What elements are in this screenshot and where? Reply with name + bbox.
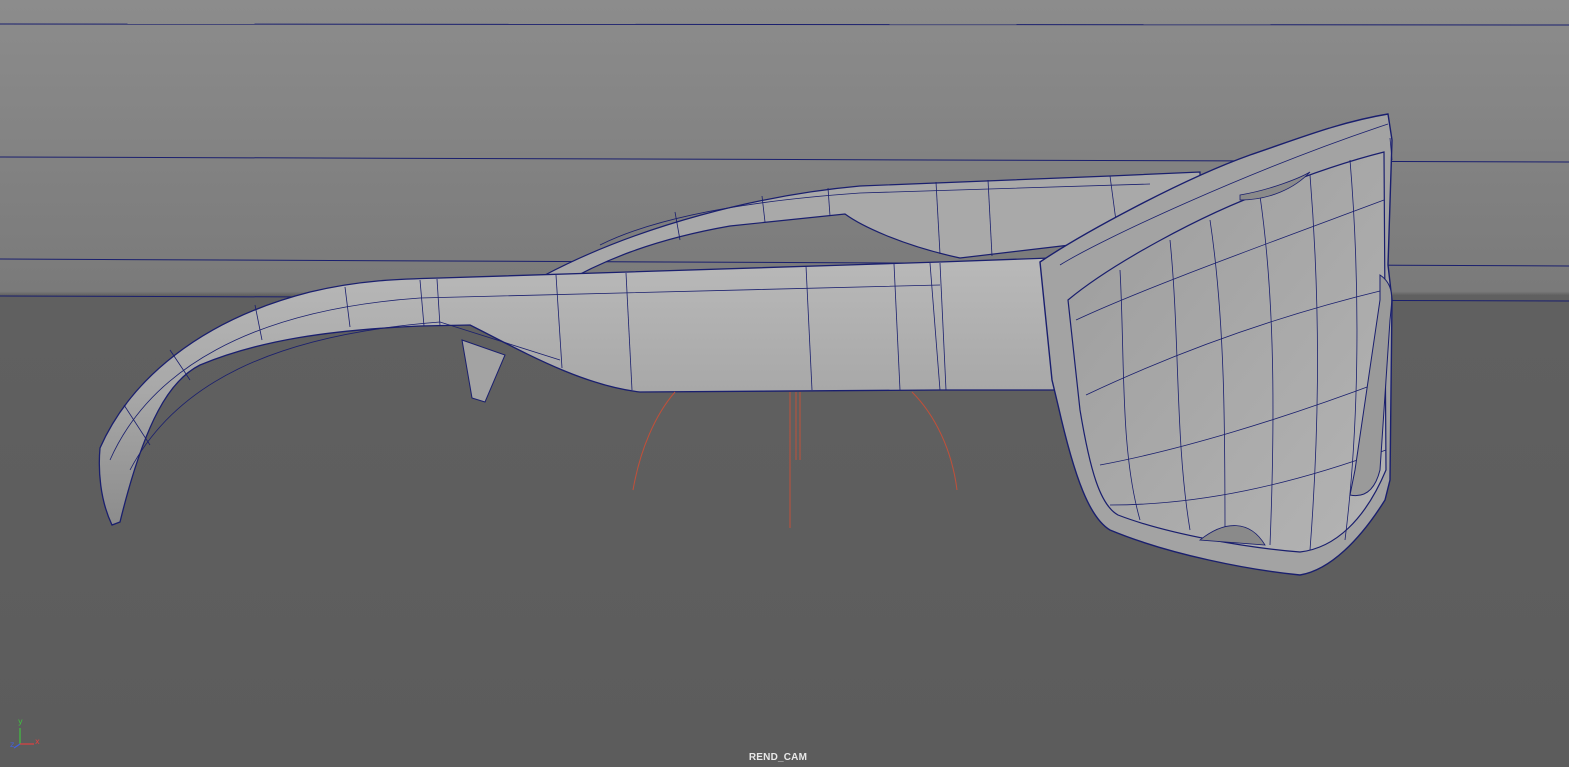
camera-name-label: REND_CAM (748, 752, 808, 763)
maya-viewport[interactable]: y x z REND_CAM (0, 0, 1569, 767)
axis-x-label: x (35, 737, 40, 746)
axis-y-label: y (18, 717, 23, 726)
axis-z-label: z (10, 740, 15, 749)
viewport-scene[interactable] (0, 0, 1569, 767)
